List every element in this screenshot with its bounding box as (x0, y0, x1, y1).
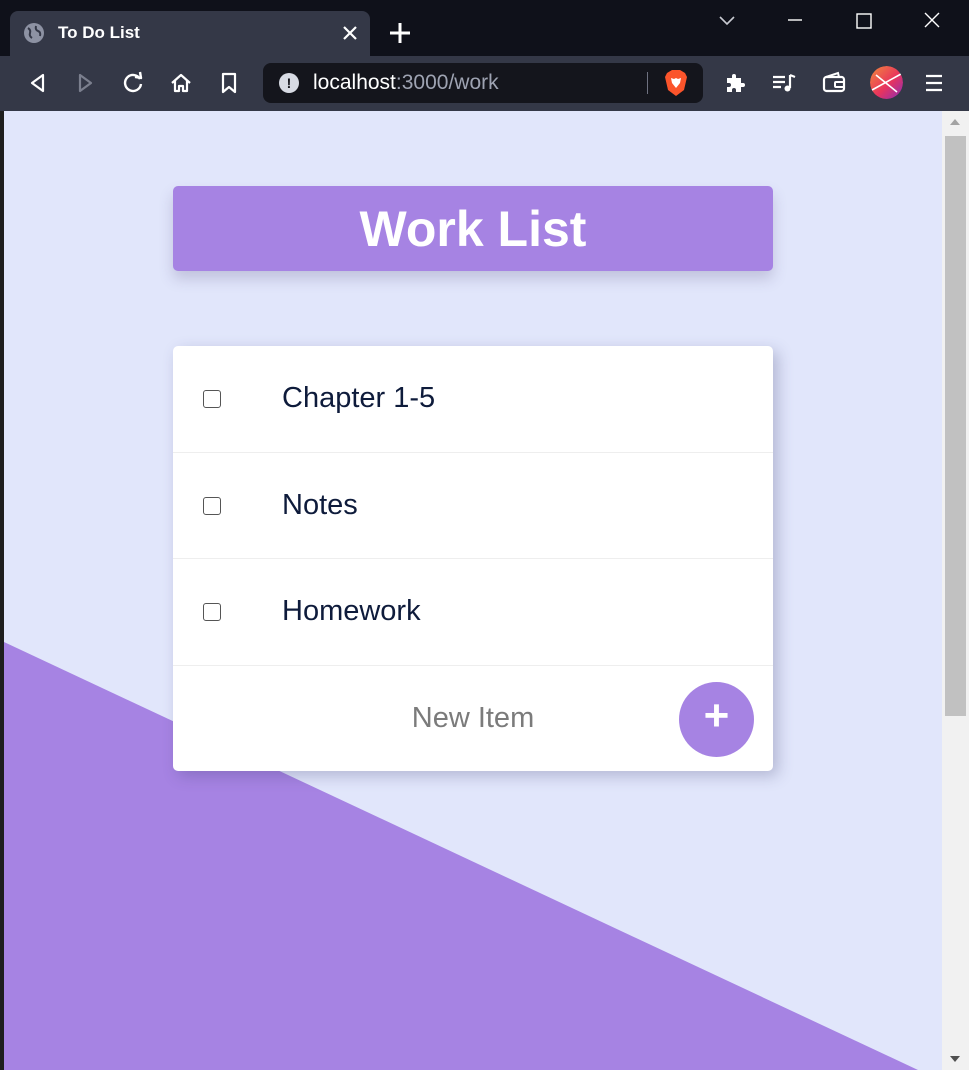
url-divider (647, 72, 648, 94)
title-bar: To Do List (0, 0, 969, 56)
browser-toolbar: ! localhost:3000/work (0, 56, 969, 111)
item-label: Chapter 1-5 (282, 382, 436, 414)
tab-title: To Do List (58, 23, 140, 42)
url-text[interactable]: localhost:3000/work (313, 71, 499, 95)
add-item-button[interactable]: + (679, 681, 754, 757)
forward-icon[interactable] (71, 69, 99, 97)
list-header: Work List (173, 186, 773, 271)
scrollbar[interactable] (942, 111, 969, 1070)
profile-avatar-icon (870, 66, 903, 99)
scroll-down-arrow-icon[interactable] (950, 1056, 960, 1062)
list-item: Notes (173, 453, 773, 559)
item-label: Notes (282, 488, 358, 521)
bookmark-icon[interactable] (215, 69, 243, 97)
new-item-input[interactable]: New Item (283, 702, 663, 735)
playlist-icon[interactable] (770, 69, 798, 97)
address-bar[interactable]: ! localhost:3000/work (263, 63, 703, 103)
scroll-up-arrow-icon[interactable] (950, 119, 960, 125)
page-viewport: Work List Chapter 1-5 Notes Homework New… (4, 111, 942, 1070)
maximize-icon[interactable] (849, 8, 879, 34)
reload-icon[interactable] (119, 69, 147, 97)
profile-avatar[interactable] (870, 66, 903, 99)
page-title: Work List (359, 200, 587, 257)
tab-search-chevron-icon[interactable] (712, 8, 742, 34)
extensions-icon[interactable] (722, 69, 750, 97)
list-item: Chapter 1-5 (173, 346, 773, 453)
globe-icon (24, 23, 44, 43)
brave-shield-icon[interactable] (663, 69, 689, 97)
new-tab-icon[interactable] (386, 19, 414, 47)
browser-tab[interactable]: To Do List (10, 11, 370, 56)
list-item: Homework (173, 559, 773, 666)
back-icon[interactable] (24, 69, 52, 97)
menu-icon[interactable] (920, 69, 948, 97)
close-tab-icon[interactable] (340, 23, 360, 43)
minimize-icon[interactable] (780, 8, 810, 34)
wallet-icon[interactable] (820, 69, 848, 97)
item-label: Homework (282, 595, 421, 627)
new-item-row: New Item + (173, 666, 773, 772)
close-window-icon[interactable] (917, 8, 947, 34)
home-icon[interactable] (167, 69, 195, 97)
todo-list: Chapter 1-5 Notes Homework New Item + (173, 346, 773, 771)
item-checkbox[interactable] (203, 390, 221, 408)
item-checkbox[interactable] (203, 603, 221, 621)
item-checkbox[interactable] (203, 496, 221, 515)
scrollbar-thumb[interactable] (945, 136, 966, 716)
info-icon[interactable]: ! (279, 73, 299, 93)
